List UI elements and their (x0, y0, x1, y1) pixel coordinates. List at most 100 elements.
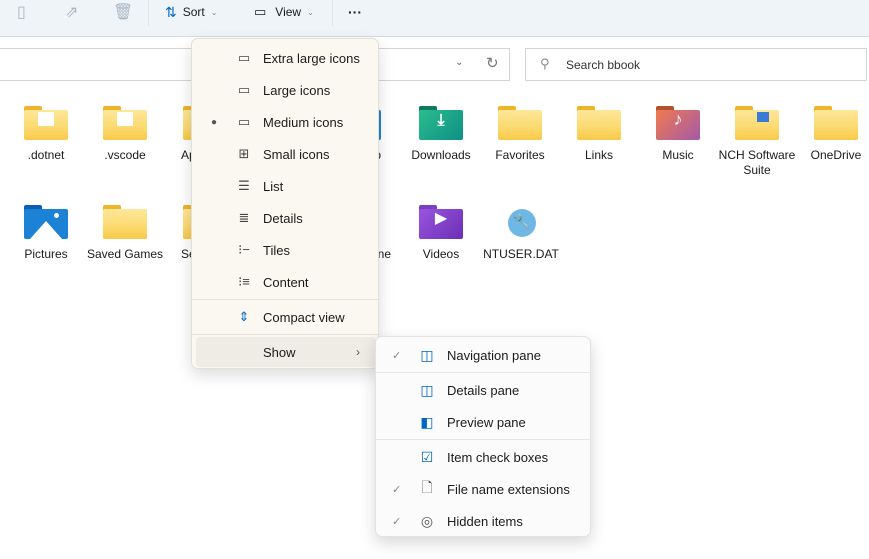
item-label: .vscode (104, 148, 146, 162)
item-check-boxes-icon: ☑ (420, 448, 434, 465)
menu-divider (376, 439, 590, 440)
refresh-icon[interactable]: ↻ (486, 54, 499, 72)
item-label: OneDrive (810, 148, 862, 162)
rename-icon: ▯ (17, 4, 26, 21)
item-label: Pictures (24, 247, 68, 261)
system-file-icon: 🔧 (499, 205, 543, 239)
menu-item-label: List (263, 178, 284, 194)
medium-icons-icon: ▭ (237, 114, 251, 129)
large-icons-icon: ▭ (237, 82, 251, 97)
menu-item-label: Medium icons (263, 114, 344, 130)
sort-label: Sort (182, 5, 205, 19)
submenu-item-label: File name extensions (447, 481, 570, 497)
onedrive-folder-icon (814, 106, 858, 140)
toolbar-divider (332, 0, 333, 26)
menu-item-content[interactable]: ⁝≡ Content (196, 267, 376, 297)
menu-item-show[interactable]: Show › (196, 337, 376, 367)
submenu-item-label: Preview pane (447, 414, 526, 430)
menu-item-compact-view[interactable]: ⇕ Compact view (196, 302, 376, 332)
folder-item[interactable]: ⤓ Downloads (402, 106, 480, 163)
folder-item[interactable]: ♪ Music (639, 106, 717, 163)
view-icon: ▭ (254, 4, 267, 19)
submenu-item-preview-pane[interactable]: ◧ Preview pane (380, 407, 586, 437)
list-icon: ☰ (238, 178, 250, 193)
sort-button[interactable]: ⇅ Sort ⌄ (165, 0, 217, 24)
search-input[interactable]: ⚲ Search bbook (525, 48, 867, 81)
more-icon: ··· (348, 4, 362, 20)
sort-icon: ⇅ (165, 3, 177, 20)
delete-button[interactable]: 🗑 (113, 0, 133, 24)
menu-item-tiles[interactable]: ⁝− Tiles (196, 235, 376, 265)
check-icon: ✓ (392, 483, 402, 496)
item-label: NTUSER.DAT (483, 247, 559, 261)
selected-bullet-icon: ● (211, 116, 218, 128)
submenu-item-details-pane[interactable]: ◫ Details pane (380, 375, 586, 405)
view-menu: ▭ Extra large icons ▭ Large icons ● ▭ Me… (191, 38, 379, 369)
details-pane-icon: ◫ (420, 381, 434, 398)
folder-item[interactable]: Links (560, 106, 638, 163)
folder-icon (103, 106, 147, 140)
command-bar: ▯ ⇗ 🗑 ⇅ Sort ⌄ ▭ View ⌄ ··· (0, 0, 869, 37)
delete-icon: 🗑 (113, 4, 134, 21)
item-label: .dotnet (27, 148, 65, 162)
menu-item-medium-icons[interactable]: ● ▭ Medium icons (196, 107, 376, 137)
menu-item-large-icons[interactable]: ▭ Large icons (196, 75, 376, 105)
submenu-item-hidden-items[interactable]: ✓ ◎ Hidden items (380, 506, 586, 536)
file-name-extensions-icon: 🗋 (421, 479, 433, 495)
folder-icon (498, 106, 542, 140)
menu-item-small-icons[interactable]: ⊞ Small icons (196, 139, 376, 169)
folder-item[interactable]: Favorites (481, 106, 559, 163)
more-options-button[interactable]: ··· (348, 0, 362, 24)
submenu-item-navigation-pane[interactable]: ✓ ◫ Navigation pane (380, 340, 586, 370)
menu-item-label: Tiles (263, 242, 290, 258)
folder-item[interactable]: Saved Games (86, 205, 164, 262)
folder-item[interactable]: Pictures (7, 205, 85, 262)
menu-item-details[interactable]: ≣ Details (196, 203, 376, 233)
share-icon: ⇗ (65, 4, 79, 21)
folder-item[interactable]: NCH Software Suite (718, 106, 796, 178)
file-item[interactable]: 🔧 NTUSER.DAT (481, 205, 561, 262)
compact-view-icon: ⇕ (238, 309, 250, 324)
submenu-item-file-name-extensions[interactable]: ✓ 🗋 File name extensions (380, 474, 586, 504)
folder-item[interactable]: .vscode (86, 106, 164, 163)
menu-item-extra-large-icons[interactable]: ▭ Extra large icons (196, 43, 376, 73)
address-history-chevron-icon[interactable]: ⌄ (455, 57, 463, 68)
menu-item-label: Large icons (263, 82, 331, 98)
preview-pane-icon: ◧ (420, 413, 434, 430)
search-placeholder: Search bbook (566, 58, 641, 72)
item-label: Links (584, 148, 613, 162)
folder-item[interactable]: OneDrive (797, 106, 869, 163)
menu-divider (376, 372, 590, 373)
menu-item-list[interactable]: ☰ List (196, 171, 376, 201)
tiles-icon: ⁝− (238, 242, 250, 257)
submenu-item-label: Item check boxes (447, 449, 549, 465)
rename-button[interactable]: ▯ (17, 0, 26, 24)
item-label: Saved Games (86, 247, 164, 261)
folder-icon (24, 106, 68, 140)
content-icon: ⁝≡ (238, 274, 250, 289)
submenu-item-item-check-boxes[interactable]: ☑ Item check boxes (380, 442, 586, 472)
folder-icon (577, 106, 621, 140)
menu-item-label: Content (263, 274, 309, 290)
folder-item[interactable]: .dotnet (7, 106, 85, 163)
submenu-item-label: Hidden items (447, 513, 523, 529)
menu-item-label: Extra large icons (263, 50, 360, 66)
eye-icon: ◎ (420, 512, 434, 529)
music-folder-icon: ♪ (656, 106, 700, 140)
view-button[interactable]: ▭ View ⌄ (254, 0, 314, 24)
videos-folder-icon: ▶ (419, 205, 463, 239)
share-button[interactable]: ⇗ (65, 0, 78, 24)
folder-item[interactable]: ▶ Videos (402, 205, 480, 262)
menu-item-label: Details (263, 210, 303, 226)
extra-large-icons-icon: ▭ (237, 50, 251, 65)
check-icon: ✓ (392, 349, 402, 362)
chevron-down-icon: ⌄ (307, 7, 314, 17)
menu-divider (192, 299, 378, 300)
item-label: NCH Software Suite (718, 148, 796, 177)
submenu-item-label: Navigation pane (447, 347, 541, 363)
search-icon: ⚲ (540, 56, 550, 71)
submenu-item-label: Details pane (447, 382, 520, 398)
show-submenu: ✓ ◫ Navigation pane ◫ Details pane ◧ Pre… (375, 336, 591, 537)
view-label: View (275, 5, 302, 19)
item-label: Videos (422, 247, 460, 261)
